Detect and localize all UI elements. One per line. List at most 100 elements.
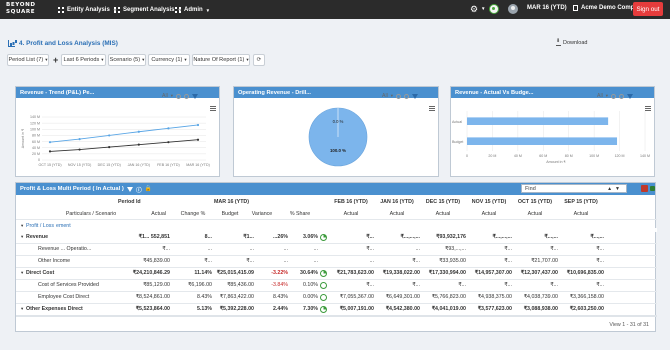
cell-share: ...: [313, 258, 318, 264]
table-header-bar: Profit & Loss Multi Period ( In Actual )…: [16, 183, 655, 195]
currency-dropdown[interactable]: Currency (1) ▾: [148, 54, 190, 66]
cell-actual: ₹1... 552,851: [138, 234, 170, 240]
cell-change: ₹...: [204, 258, 212, 264]
col-header-actual: Actual: [435, 211, 451, 217]
cell-p3: ₹...: [458, 282, 466, 288]
col-header-p4[interactable]: NOV 15 (YTD): [466, 199, 512, 205]
cell-p4: ₹3,577,623.00: [477, 306, 512, 312]
row-divider: [16, 279, 657, 280]
filter-icon[interactable]: [126, 186, 133, 192]
cell-p1: ₹7,055,367.00: [339, 294, 374, 300]
x-tick-label: 80 M: [565, 154, 573, 158]
cell-budget: ...: [249, 246, 254, 252]
col-header-budget[interactable]: Budget: [214, 211, 246, 217]
share-pie-icon: [320, 234, 327, 241]
x-axis-label: Amount in ₹: [546, 160, 566, 164]
x-tick-label: 140 M: [640, 154, 650, 158]
data-point: [167, 127, 170, 130]
col-header-p1[interactable]: FEB 16 (YTD): [328, 199, 374, 205]
cell-p3: ₹4,041,019.00: [431, 306, 466, 312]
pager-info: View 1 - 31 of 31: [609, 322, 649, 328]
cell-budget: ₹7,863,422.00: [219, 294, 254, 300]
period-list-dropdown[interactable]: Period List (7) ▾: [7, 54, 49, 66]
cell-p4: ₹...: [504, 258, 512, 264]
user-avatar[interactable]: [508, 4, 518, 14]
cell-budget: ₹...: [246, 258, 254, 264]
sign-out-button[interactable]: Sign out: [633, 2, 663, 16]
data-point: [48, 141, 52, 144]
x-tick-label: NOV 15 (YTD): [68, 163, 91, 167]
col-header-variance[interactable]: Variance: [248, 211, 276, 217]
y-tick-label: 40 M: [32, 146, 40, 150]
scenario-dropdown[interactable]: Scenario (5) ▾: [108, 54, 146, 66]
gear-icon[interactable]: ⚙: [470, 4, 478, 14]
cell-change: 8.43%: [196, 294, 212, 300]
divider: [16, 219, 657, 220]
cell-variance: -3.84%: [271, 282, 288, 288]
col-header-p2[interactable]: JAN 16 (YTD): [374, 199, 420, 205]
cell-budget: ₹85,436.00: [227, 282, 254, 288]
find-input[interactable]: Find ▲▼: [521, 184, 627, 193]
x-tick-label: 0: [466, 154, 468, 158]
nature-of-report-dropdown[interactable]: Nature Of Report (1) ▾: [192, 54, 250, 66]
nav-segment-analysis[interactable]: Segment Analysis ▼: [114, 5, 182, 15]
lock-icon[interactable]: 🔒: [145, 186, 152, 192]
col-header-p5[interactable]: OCT 15 (YTD): [512, 199, 558, 205]
nav-entity-label: Entity Analysis: [67, 7, 110, 13]
cell-p2: ₹6,649,301.00: [385, 294, 420, 300]
cell-p1: ₹5,007,191.00: [339, 306, 374, 312]
y-tick-label: 140 M: [30, 115, 40, 119]
periods-dropdown[interactable]: Last 6 Periods ▾: [61, 54, 106, 66]
expand-icon[interactable]: ▾: [21, 306, 23, 312]
cell-actual: ₹...: [162, 246, 170, 252]
cell-p4: ₹14,957,307.00: [474, 270, 512, 276]
cell-p6: ₹...,...: [590, 234, 604, 240]
find-nav-arrows[interactable]: ▲▼: [607, 186, 623, 192]
bar: [467, 117, 609, 125]
data-point: [108, 134, 111, 137]
nav-entity-analysis[interactable]: Entity Analysis ▼: [58, 5, 117, 15]
chevron-down-icon[interactable]: ▼: [481, 6, 485, 11]
col-header-actual[interactable]: Actual: [136, 211, 166, 217]
cell-actual: ₹8,524,861.00: [135, 294, 170, 300]
period-selector[interactable]: MAR 16 (YTD): [527, 5, 567, 11]
cell-p3: ₹93,...,...: [444, 246, 466, 252]
col-header-p6[interactable]: SEP 15 (YTD): [558, 199, 604, 205]
horizontal-scrollbar[interactable]: [16, 315, 657, 317]
logo[interactable]: BEYOND SQUARE: [6, 2, 46, 17]
col-header-change[interactable]: Change %: [176, 211, 210, 217]
export-pdf-icon[interactable]: [641, 185, 648, 192]
x-tick-label: JAN 16 (YTD): [128, 163, 150, 167]
row-divider: [16, 255, 657, 256]
expand-icon[interactable]: ▾: [21, 234, 23, 240]
expand-icon[interactable]: ▾: [21, 270, 23, 276]
cell-change: 11.14%: [194, 270, 212, 276]
chevron-down-icon: ▾: [45, 57, 48, 62]
cell-change: ₹6,196.00: [188, 282, 212, 288]
col-header-p3[interactable]: DEC 15 (YTD): [420, 199, 466, 205]
refresh-button[interactable]: ⟳: [253, 54, 265, 66]
cell-budget: ₹1...: [243, 234, 254, 240]
cell-budget: ₹5,392,228.00: [219, 306, 254, 312]
cell-p3: ₹5,766,823.00: [431, 294, 466, 300]
col-header-share[interactable]: % Share: [282, 211, 318, 217]
cell-p6: ₹2,603,250.00: [569, 306, 604, 312]
download-button[interactable]: Download: [556, 38, 587, 46]
data-point: [108, 146, 111, 149]
nav-admin[interactable]: Admin ▼: [175, 5, 210, 15]
row-divider: [16, 267, 657, 268]
data-point: [167, 141, 170, 144]
table-title: Profit & Loss Multi Period ( In Actual ): [20, 186, 124, 192]
nav-segment-label: Segment Analysis: [123, 7, 175, 13]
row-label: Direct Cost: [26, 270, 55, 276]
cell-p2: ...: [415, 246, 420, 252]
export-excel-icon[interactable]: [650, 186, 655, 191]
status-icon[interactable]: [489, 4, 499, 14]
add-icon[interactable]: +: [53, 54, 58, 66]
particulars-header[interactable]: Particulars / Scenario: [46, 211, 136, 217]
x-tick-label: DEC 15 (YTD): [98, 163, 121, 167]
data-point: [137, 130, 140, 133]
help-icon[interactable]: ⓘ: [136, 185, 142, 194]
col-header-actual: Actual: [573, 211, 589, 217]
y-tick-label: 20 M: [32, 152, 40, 156]
